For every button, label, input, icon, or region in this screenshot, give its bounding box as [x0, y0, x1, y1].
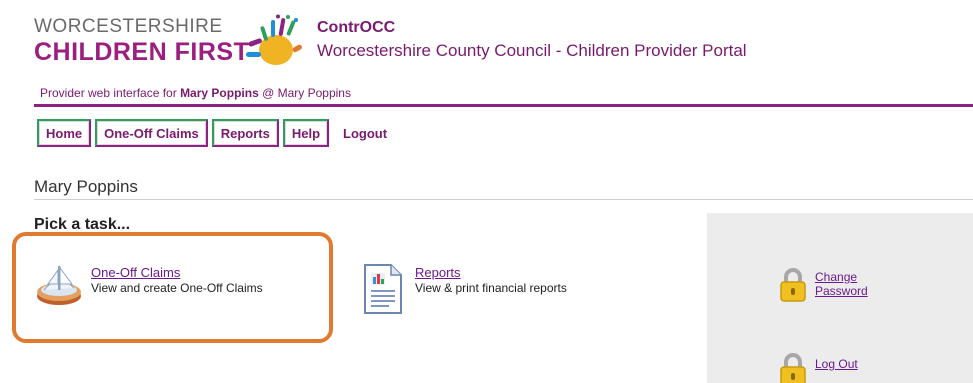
header-divider — [34, 104, 973, 107]
log-out-link[interactable]: Log Out — [815, 357, 858, 371]
nav-help-button[interactable]: Help — [282, 119, 330, 147]
title-divider — [34, 199, 973, 200]
provider-separator: @ — [258, 86, 278, 100]
provider-line: Provider web interface for Mary Poppins … — [40, 86, 351, 100]
padlock-icon[interactable] — [778, 267, 808, 303]
site-logo[interactable]: WORCESTERSHIRE CHILDREN FIRST — [34, 14, 304, 76]
change-password-item: Change Password — [815, 270, 868, 298]
nav-home-button[interactable]: Home — [37, 119, 92, 147]
provider-prefix: Provider web interface for — [40, 86, 181, 100]
report-document-icon[interactable] — [361, 263, 403, 315]
nav-logout-link[interactable]: Logout — [343, 126, 387, 141]
handprint-logo-icon — [246, 14, 302, 65]
header: WORCESTERSHIRE CHILDREN FIRST ContrOCC W… — [0, 0, 973, 80]
app-title: ContrOCC — [317, 19, 396, 36]
logo-text-top: WORCESTERSHIRE — [34, 16, 223, 37]
provider-org: Mary Poppins — [277, 86, 351, 100]
nav-one-off-claims-button[interactable]: One-Off Claims — [95, 119, 208, 147]
app-subtitle: Worcestershire County Council - Children… — [317, 41, 747, 60]
page-title: Mary Poppins — [34, 177, 138, 196]
change-password-link-line1[interactable]: Change — [815, 270, 868, 284]
task-reports-description: View & print financial reports — [415, 281, 567, 295]
highlight-frame — [12, 232, 333, 343]
task-reports-link[interactable]: Reports — [415, 265, 567, 280]
logout-padlock-icon[interactable] — [778, 352, 808, 383]
log-out-item: Log Out — [815, 357, 858, 371]
change-password-link-line2[interactable]: Password — [815, 284, 868, 298]
logo-text-bottom: CHILDREN FIRST — [34, 38, 250, 66]
task-reports: Reports View & print financial reports — [415, 265, 567, 295]
nav-reports-button[interactable]: Reports — [211, 119, 279, 147]
main-nav: Home One-Off Claims Reports Help Logout — [37, 119, 387, 147]
provider-name: Mary Poppins — [180, 86, 259, 100]
